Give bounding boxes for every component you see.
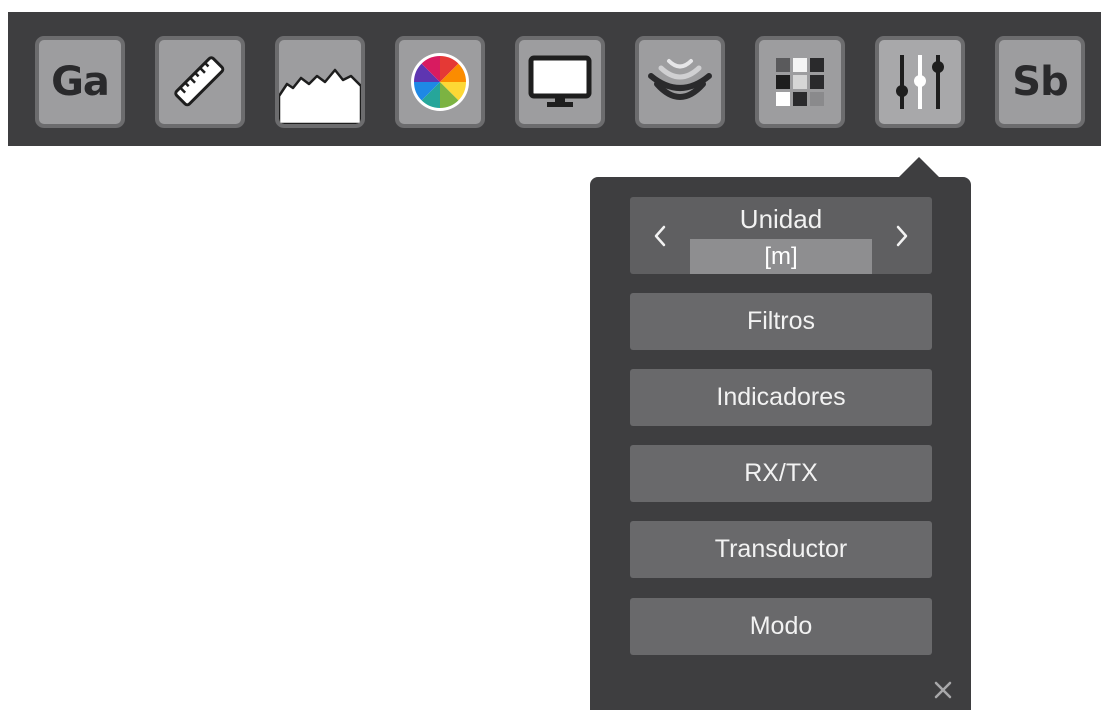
unit-prev-button[interactable] <box>630 197 690 274</box>
sb-button[interactable]: Sb <box>995 36 1085 128</box>
close-popup-button[interactable] <box>928 675 958 705</box>
gain-button[interactable]: Ga <box>35 36 125 128</box>
chevron-left-icon <box>654 225 666 246</box>
monitor-icon <box>528 55 592 107</box>
measure-button[interactable] <box>155 36 245 128</box>
rxtx-button[interactable]: RX/TX <box>630 445 932 502</box>
unit-selector: Unidad [m] <box>630 197 932 274</box>
chevron-right-icon <box>896 225 908 246</box>
waveform-button[interactable] <box>275 36 365 128</box>
palette-button[interactable] <box>755 36 845 128</box>
sonar-button[interactable] <box>635 36 725 128</box>
toolbar: Ga Sb <box>8 12 1101 146</box>
palette-grid-icon <box>776 58 824 106</box>
settings-sliders-button[interactable] <box>875 36 965 128</box>
indicators-button[interactable]: Indicadores <box>630 369 932 426</box>
unit-value: [m] <box>690 239 872 274</box>
close-icon <box>934 681 952 699</box>
unit-label: Unidad <box>739 204 823 234</box>
sb-text-icon: Sb <box>1012 59 1068 105</box>
unit-next-button[interactable] <box>872 197 932 274</box>
gain-text-icon: Ga <box>51 59 110 105</box>
filters-button[interactable]: Filtros <box>630 293 932 350</box>
unit-display: Unidad [m] <box>690 197 872 274</box>
color-button[interactable] <box>395 36 485 128</box>
color-wheel-icon <box>411 53 469 111</box>
popup-pointer <box>897 157 941 179</box>
ruler-icon <box>174 56 225 107</box>
mode-button[interactable]: Modo <box>630 598 932 655</box>
sliders-icon <box>896 55 944 109</box>
transducer-button[interactable]: Transductor <box>630 521 932 578</box>
settings-popup: Unidad [m] Filtros Indicadores RX/TX Tra… <box>590 177 971 710</box>
display-button[interactable] <box>515 36 605 128</box>
sonar-waves-icon <box>648 59 712 100</box>
waveform-icon <box>279 68 361 124</box>
